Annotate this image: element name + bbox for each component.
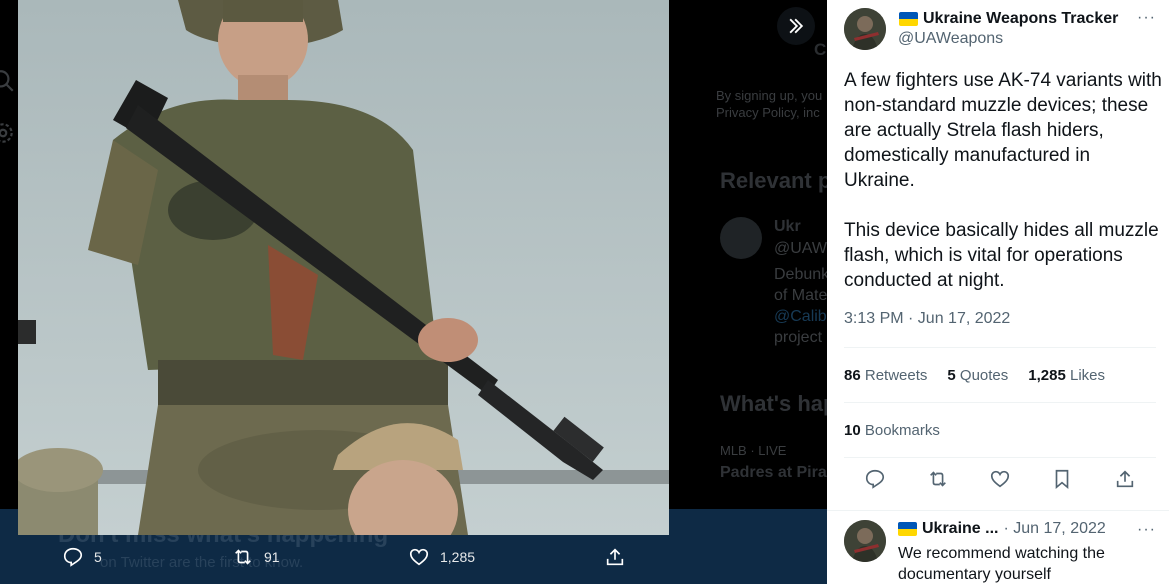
rel-name: Ukr	[774, 218, 801, 235]
ukraine-flag-icon	[899, 12, 918, 26]
divider	[827, 510, 1169, 511]
bookmarks-count: 10	[844, 422, 861, 439]
divider	[844, 457, 1156, 458]
retweets-count: 86	[844, 367, 861, 384]
bookmark-stats: 10 Bookmarks	[844, 422, 940, 439]
avatar-image	[844, 520, 886, 562]
more-options-button[interactable]: ···	[1137, 9, 1156, 27]
divider	[844, 347, 1156, 348]
quotes-label: Quotes	[959, 367, 1009, 384]
tweet-paragraph: A few fighters use AK-74 variants with n…	[844, 70, 1162, 191]
avatar	[720, 217, 762, 259]
expand-button[interactable]	[777, 7, 815, 45]
reply-author-name: Ukraine ...	[922, 520, 999, 537]
avatar[interactable]	[844, 8, 886, 50]
soldier-photo	[18, 0, 669, 535]
media-action-bar: 5 91 1,285	[0, 535, 827, 584]
tweet-paragraph: This device basically hides all muzzle f…	[844, 220, 1159, 291]
retweets-label: Retweets	[864, 367, 928, 384]
share-icon[interactable]	[1114, 468, 1136, 490]
author-name-row[interactable]: Ukraine Weapons Tracker	[899, 10, 1118, 28]
trend-meta: MLB · LIVE	[720, 443, 787, 458]
gear-icon	[0, 123, 13, 143]
bookmarks-stat[interactable]: 10 Bookmarks	[844, 422, 940, 439]
reply-icon[interactable]	[864, 468, 886, 490]
tweet-timestamp[interactable]: 3:13 PM · Jun 17, 2022	[844, 310, 1010, 328]
reply-count: 5	[94, 549, 102, 565]
reply-author-row[interactable]: Ukraine ... · Jun 17, 2022	[898, 520, 1106, 538]
trend-title: Padres at Pira	[720, 464, 827, 481]
reply-text: We recommend watching the documentary yo…	[898, 545, 1105, 583]
retweets-stat[interactable]: 86 Retweets	[844, 367, 927, 384]
signup-note: By signing up, you	[716, 88, 823, 103]
avatar[interactable]	[844, 520, 886, 562]
like-count: 1,285	[440, 549, 476, 565]
heart-icon[interactable]	[989, 468, 1011, 490]
retweet-count: 91	[264, 549, 280, 565]
retweet-button[interactable]: 91	[232, 546, 280, 568]
quotes-stat[interactable]: 5 Quotes	[947, 367, 1008, 384]
rel-line: of Mate	[774, 287, 827, 304]
bookmark-icon[interactable]	[1051, 468, 1073, 490]
likes-count: 1,285	[1028, 367, 1066, 384]
reply-date: · Jun 17, 2022	[1003, 520, 1106, 537]
bg-fragment: C	[814, 40, 827, 59]
rel-line: Debunk	[774, 266, 827, 283]
share-button[interactable]	[604, 546, 626, 568]
reply-more-options-button[interactable]: ···	[1137, 521, 1156, 539]
likes-stat[interactable]: 1,285 Likes	[1028, 367, 1105, 384]
author-handle[interactable]: @UAWeapons	[898, 30, 1003, 48]
whats-happening-heading: What's hap	[720, 391, 827, 416]
like-button[interactable]: 1,285	[408, 546, 475, 568]
avatar-image	[844, 8, 886, 50]
tweet-photo[interactable]	[18, 0, 669, 535]
tweet-stats: 86 Retweets 5 Quotes 1,285 Likes	[844, 367, 1105, 384]
author-name: Ukraine Weapons Tracker	[923, 10, 1119, 27]
relevant-heading: Relevant p	[720, 168, 827, 193]
retweet-icon[interactable]	[927, 468, 949, 490]
quotes-count: 5	[947, 367, 956, 384]
share-icon	[606, 548, 624, 566]
signup-note-2: Privacy Policy, inc	[716, 105, 820, 120]
search-icon	[0, 70, 14, 92]
tweet-action-bar	[844, 468, 1156, 490]
rel-handle: @UAW	[774, 240, 827, 257]
tweet-text: A few fighters use AK-74 variants with n…	[844, 68, 1162, 318]
retweet-icon	[235, 549, 251, 565]
reply-button[interactable]: 5	[62, 546, 102, 568]
rel-line: @Calib	[774, 308, 827, 325]
likes-label: Likes	[1070, 367, 1106, 384]
double-chevron-right-icon	[789, 18, 804, 34]
heart-icon	[409, 548, 429, 566]
bookmarks-label: Bookmarks	[864, 422, 940, 439]
tweet-detail-panel: Ukraine Weapons Tracker @UAWeapons ··· A…	[827, 0, 1169, 584]
reply-icon	[63, 547, 83, 567]
rel-line: project	[774, 329, 823, 346]
divider	[844, 402, 1156, 403]
ukraine-flag-icon	[898, 522, 917, 536]
